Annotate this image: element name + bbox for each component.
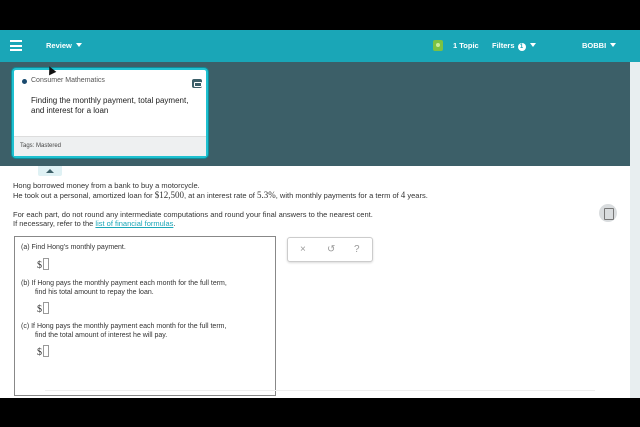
formulas-line: If necessary, refer to the list of finan… (13, 219, 175, 228)
divider (45, 390, 595, 391)
problem-text: years. (407, 191, 428, 200)
total-repay-input[interactable] (43, 302, 49, 314)
topic-title: Finding the monthly payment, total payme… (31, 96, 189, 115)
clear-icon[interactable]: × (300, 244, 306, 255)
loan-term: 4 (400, 190, 406, 200)
topic-tags: Tags: Mastered (14, 136, 206, 156)
part-b-prompt-cont: find his total amount to repay the loan. (35, 289, 154, 296)
part-c-prompt: (c) If Hong pays the monthly payment eac… (21, 323, 227, 330)
answer-tools: × ↺ ? (287, 237, 373, 262)
topic-category: Consumer Mathematics (31, 77, 105, 84)
currency-symbol: $ (37, 260, 42, 271)
currency-symbol: $ (37, 347, 42, 358)
problem-line-1: Hong borrowed money from a bank to buy a… (13, 181, 200, 190)
part-b-answer: $ (37, 302, 49, 315)
problem-text: , at an interest rate of (184, 191, 255, 200)
filters-menu[interactable]: Filters 1 (492, 41, 536, 51)
help-icon[interactable]: ? (354, 244, 360, 255)
topic-icon (433, 40, 443, 51)
topic-count[interactable]: 1 Topic (453, 41, 479, 50)
right-scroll-track[interactable] (630, 62, 640, 398)
expand-icon[interactable] (192, 79, 202, 88)
problem-line-2: He took out a personal, amortized loan f… (13, 190, 428, 200)
answer-panel: (a) Find Hong's monthly payment. $ (b) I… (14, 236, 276, 396)
problem-text: If necessary, refer to the (13, 219, 94, 228)
user-name: BOBBI (582, 41, 607, 50)
problem-text: . (173, 219, 176, 228)
chevron-down-icon (529, 43, 536, 47)
interest-rate: 5.3% (256, 190, 276, 200)
part-a-answer: $ (37, 258, 49, 271)
undo-icon[interactable]: ↺ (327, 244, 335, 255)
hamburger-icon[interactable] (10, 40, 22, 51)
chevron-down-icon (75, 43, 82, 47)
loan-amount: $12,500 (154, 190, 185, 200)
app-screen: Review 1 Topic Filters 1 BOBBI Consumer M… (0, 30, 640, 398)
calculator-icon[interactable] (599, 204, 617, 222)
financial-formulas-link[interactable]: list of financial formulas (95, 219, 173, 228)
part-c-answer: $ (37, 345, 49, 358)
review-label: Review (46, 41, 72, 50)
topic-card[interactable]: Consumer Mathematics Finding the monthly… (12, 68, 208, 158)
instructions-line: For each part, do not round any intermed… (13, 210, 373, 219)
total-interest-input[interactable] (43, 345, 49, 357)
part-c-prompt-cont: find the total amount of interest he wil… (35, 332, 168, 339)
user-menu[interactable]: BOBBI (582, 41, 617, 50)
topic-status-dot (22, 79, 27, 84)
problem-text: He took out a personal, amortized loan f… (13, 191, 153, 200)
part-a-prompt: (a) Find Hong's monthly payment. (21, 244, 126, 251)
top-bar: Review 1 Topic Filters 1 BOBBI (0, 30, 640, 62)
problem-text: , with monthly payments for a term of (275, 191, 399, 200)
chevron-down-icon (610, 43, 617, 47)
part-b-prompt: (b) If Hong pays the monthly payment eac… (21, 280, 227, 287)
monthly-payment-input[interactable] (43, 258, 49, 270)
collapse-tab-icon[interactable] (38, 166, 62, 176)
filters-count-badge: 1 (517, 43, 526, 51)
filters-label: Filters (492, 41, 515, 50)
review-menu[interactable]: Review (46, 41, 82, 50)
currency-symbol: $ (37, 304, 42, 315)
